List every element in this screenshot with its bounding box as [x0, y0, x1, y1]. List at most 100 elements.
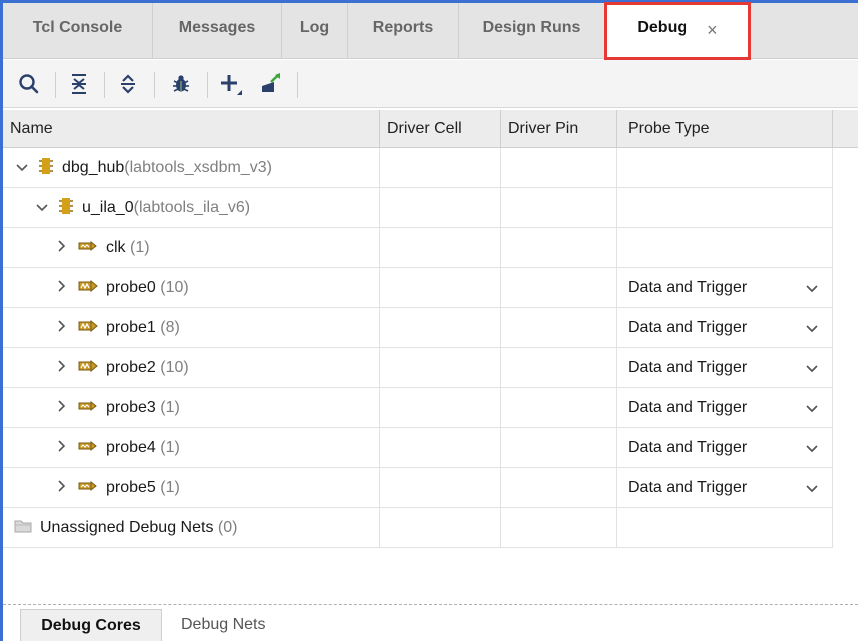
tab-reports[interactable]: Reports	[348, 3, 459, 59]
chevron-right-icon[interactable]	[54, 280, 70, 296]
net-icon	[78, 239, 98, 258]
item-name: probe5	[106, 479, 156, 496]
driver-cell-cell	[380, 308, 501, 348]
search-icon[interactable]	[13, 68, 45, 100]
chevron-down-icon[interactable]	[806, 361, 818, 376]
item-name: probe2	[106, 359, 156, 376]
tab-messages[interactable]: Messages	[153, 3, 282, 59]
name-cell: probe1 (8)	[3, 308, 380, 348]
chevron-down-icon[interactable]	[806, 401, 818, 416]
item-detail: (10)	[155, 359, 189, 376]
driver-pin-cell	[501, 428, 617, 468]
driver-pin-cell	[501, 308, 617, 348]
bus-net-icon	[78, 359, 98, 378]
driver-pin-cell	[501, 468, 617, 508]
table-row[interactable]: probe4 (1) Data and Trigger	[3, 428, 833, 468]
debug-core-icon	[38, 157, 54, 180]
item-name: probe4	[106, 439, 156, 456]
column-header-name[interactable]: Name	[3, 110, 380, 148]
name-cell: clk (1)	[3, 228, 380, 268]
expand-all-icon[interactable]	[112, 68, 144, 100]
item-name: probe3	[106, 399, 156, 416]
probe-type-cell	[617, 508, 833, 548]
bug-icon[interactable]	[165, 68, 197, 100]
driver-cell-cell	[380, 228, 501, 268]
name-cell: dbg_hub (labtools_xsdbm_v3)	[3, 148, 380, 188]
chevron-down-icon[interactable]	[34, 200, 50, 216]
driver-pin-cell	[501, 148, 617, 188]
probe-type-cell[interactable]: Data and Trigger	[617, 268, 833, 308]
collapse-all-icon[interactable]	[63, 68, 95, 100]
table-row[interactable]: probe2 (10) Data and Trigger	[3, 348, 833, 388]
probe-type-cell	[617, 148, 833, 188]
table-row[interactable]: probe5 (1) Data and Trigger	[3, 468, 833, 508]
table-row[interactable]: probe0 (10) Data and Trigger	[3, 268, 833, 308]
chevron-down-icon[interactable]	[806, 321, 818, 336]
bus-net-icon	[78, 279, 98, 298]
probe-type-cell[interactable]: Data and Trigger	[617, 428, 833, 468]
driver-cell-cell	[380, 188, 501, 228]
tab-design-runs[interactable]: Design Runs	[459, 3, 605, 59]
name-cell: u_ila_0 (labtools_ila_v6)	[3, 188, 380, 228]
probe-type-cell	[617, 188, 833, 228]
chevron-down-icon[interactable]	[14, 160, 30, 176]
table-row[interactable]: probe3 (1) Data and Trigger	[3, 388, 833, 428]
tab-log[interactable]: Log	[282, 3, 348, 59]
column-header-driver-cell[interactable]: Driver Cell	[380, 110, 501, 148]
driver-pin-cell	[501, 508, 617, 548]
chevron-right-icon[interactable]	[54, 240, 70, 256]
tab-label: Reports	[372, 19, 434, 36]
table-row[interactable]: u_ila_0 (labtools_ila_v6)	[3, 188, 833, 228]
divider	[3, 604, 858, 605]
table-header: Name Driver Cell Driver Pin Probe Type	[3, 110, 858, 148]
column-header-driver-pin[interactable]: Driver Pin	[501, 110, 617, 148]
tab-debug-cores[interactable]: Debug Cores	[20, 609, 162, 641]
add-icon[interactable]	[215, 68, 247, 100]
tab-label: Debug	[637, 19, 688, 36]
chevron-down-icon[interactable]	[806, 481, 818, 496]
column-header-probe-type[interactable]: Probe Type	[617, 110, 833, 148]
table-row[interactable]: Unassigned Debug Nets (0)	[3, 508, 833, 548]
table-row[interactable]: clk (1)	[3, 228, 833, 268]
probe-type-cell[interactable]: Data and Trigger	[617, 388, 833, 428]
tab-debug[interactable]: Debug ×	[605, 3, 751, 59]
chevron-right-icon[interactable]	[54, 400, 70, 416]
bus-net-icon	[78, 319, 98, 338]
driver-pin-cell	[501, 388, 617, 428]
item-name: u_ila_0	[82, 199, 134, 216]
chevron-right-icon[interactable]	[54, 480, 70, 496]
item-detail: (1)	[155, 399, 180, 416]
item-detail: (0)	[213, 519, 238, 536]
tab-bar: Tcl Console Messages Log Reports Design …	[3, 3, 858, 59]
set-up-debug-icon[interactable]	[255, 68, 287, 100]
probe-type-value: Data and Trigger	[628, 479, 748, 496]
probe-type-cell[interactable]: Data and Trigger	[617, 468, 833, 508]
chevron-right-icon[interactable]	[54, 320, 70, 336]
probe-type-cell[interactable]: Data and Trigger	[617, 308, 833, 348]
item-name: probe0	[106, 279, 156, 296]
item-detail: (10)	[155, 279, 189, 296]
toolbar	[3, 60, 858, 108]
item-detail: (labtools_ila_v6)	[133, 199, 251, 216]
item-name: Unassigned Debug Nets	[40, 519, 214, 536]
net-icon	[78, 439, 98, 458]
tab-label: Log	[299, 19, 330, 36]
close-icon[interactable]: ×	[707, 20, 718, 41]
chevron-right-icon[interactable]	[54, 440, 70, 456]
chevron-down-icon[interactable]	[806, 281, 818, 296]
driver-pin-cell	[501, 348, 617, 388]
tab-tcl-console[interactable]: Tcl Console	[3, 3, 153, 59]
driver-cell-cell	[380, 388, 501, 428]
chevron-down-icon[interactable]	[806, 441, 818, 456]
table-row[interactable]: dbg_hub (labtools_xsdbm_v3)	[3, 148, 833, 188]
item-name: clk	[106, 239, 126, 256]
tab-label: Tcl Console	[32, 19, 123, 36]
probe-type-value: Data and Trigger	[628, 439, 748, 456]
driver-cell-cell	[380, 268, 501, 308]
probe-type-cell[interactable]: Data and Trigger	[617, 348, 833, 388]
table-row[interactable]: probe1 (8) Data and Trigger	[3, 308, 833, 348]
net-icon	[78, 479, 98, 498]
tab-debug-nets[interactable]: Debug Nets	[181, 609, 266, 641]
chevron-right-icon[interactable]	[54, 360, 70, 376]
driver-pin-cell	[501, 268, 617, 308]
